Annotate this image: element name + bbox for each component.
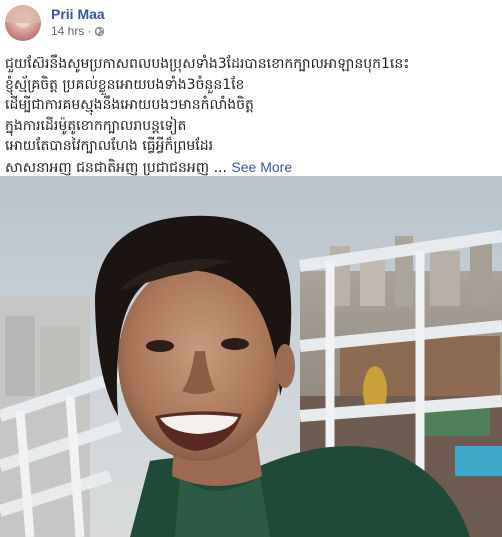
post-text-line: សាសនាអញ ជនជាតិអញ ប្រជាជនអញ <box>5 159 210 176</box>
post-photo[interactable] <box>0 176 502 537</box>
post-timestamp[interactable]: 14 hrs <box>51 24 84 38</box>
globe-icon[interactable] <box>94 26 105 37</box>
photo-image <box>0 176 502 537</box>
author-name[interactable]: Prii Maa <box>51 6 105 22</box>
see-more-link[interactable]: See More <box>231 159 292 175</box>
post-text-line: ក្នុងការដើរម៉ូតូខោកក្បាលរាបន្តទៀត <box>5 117 187 134</box>
avatar[interactable] <box>5 5 41 41</box>
post-text: ជួយស៊ែរនឹងសូមប្រកាសពលបងប្រុសទាំង3ដែរបានខ… <box>5 54 495 178</box>
post-text-line: អោយតែបានវៃក្បាលហែង ធ្វើអ្វីក៏ព្រមដែរ <box>5 138 214 154</box>
ellipsis: ... <box>213 159 227 176</box>
post-text-line: ដើម្បីជាការគមស្មុងនឹងអោយបងៗមានកំលាំងចិត្… <box>5 97 254 113</box>
meta-separator: · <box>87 24 92 38</box>
post-meta: 14 hrs · <box>51 24 105 38</box>
post-text-line: ខ្ញុំស្ម័គ្រចិត្ត ប្រគល់ខ្លួនអោយបងទាំង3ច… <box>5 76 245 93</box>
post-header: Prii Maa 14 hrs · <box>0 0 502 48</box>
post-text-line: ជួយស៊ែរនឹងសូមប្រកាសពលបងប្រុសទាំង3ដែរបានខ… <box>5 56 410 72</box>
post-text-last-line: សាសនាអញ ជនជាតិអញ ប្រជាជនអញ ... See More <box>5 157 495 179</box>
